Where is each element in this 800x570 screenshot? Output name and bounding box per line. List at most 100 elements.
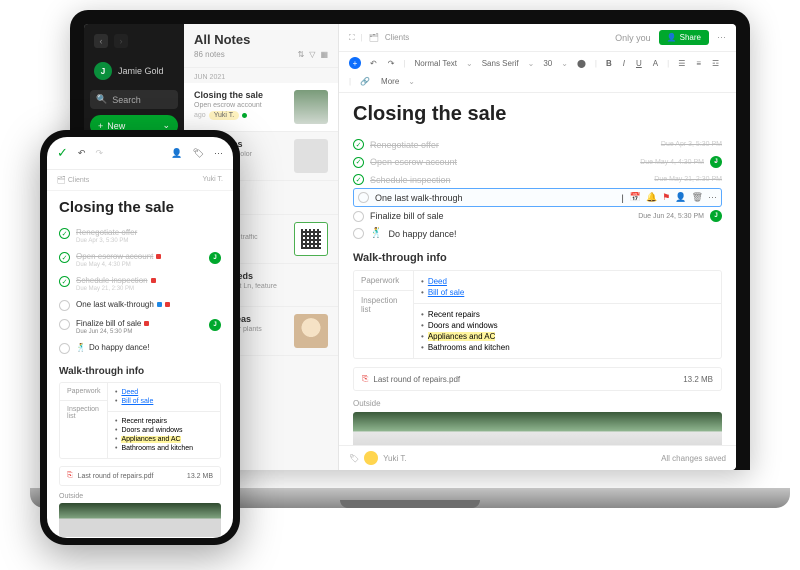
task-label: Schedule inspection: [370, 175, 648, 185]
note-title[interactable]: Closing the sale: [353, 103, 722, 126]
underline-icon[interactable]: U: [634, 58, 644, 69]
checklist-icon[interactable]: ☲: [710, 58, 721, 69]
attachment[interactable]: ⎘Last round of repairs.pdf 13.2 MB: [59, 466, 221, 486]
sidebar-user[interactable]: J Jamie Gold: [90, 58, 178, 84]
task-row[interactable]: 🕺Do happy dance!: [353, 225, 722, 242]
pdf-icon: ⎘: [362, 374, 368, 384]
breadcrumb[interactable]: Clients: [385, 33, 409, 42]
walkthrough-table: Paperwork Inspection list Deed Bill of s…: [353, 270, 722, 359]
checkbox-icon[interactable]: [353, 139, 364, 150]
person-icon[interactable]: 👤: [171, 148, 182, 159]
more-icon[interactable]: ⋯: [214, 148, 223, 159]
note-thumb: [294, 139, 328, 173]
checkbox-icon[interactable]: [59, 343, 70, 354]
flag-icon: [165, 302, 170, 307]
view-icon[interactable]: ▦: [320, 50, 328, 59]
sidebar-search[interactable]: 🔍 Search: [90, 90, 178, 109]
task-row[interactable]: Finalize bill of saleDue Jun 24, 5:30 PM…: [353, 207, 722, 225]
highlight-icon[interactable]: A: [651, 58, 660, 69]
link-deed[interactable]: Deed: [121, 389, 138, 396]
task-row-active[interactable]: One last walk-through|📅🔔⚑👤🗑⋯: [353, 188, 722, 207]
task-row[interactable]: 🕺 Do happy dance!: [59, 339, 221, 358]
tag-icon[interactable]: 🏷: [349, 454, 359, 463]
breadcrumb[interactable]: Clients: [68, 177, 89, 184]
note-title[interactable]: Closing the sale: [59, 199, 221, 216]
image-label: Outside: [353, 399, 722, 408]
task-row[interactable]: Finalize bill of sale Due Jun 24, 5:30 P…: [59, 315, 221, 339]
undo-icon[interactable]: ↶: [368, 58, 379, 69]
more-icon[interactable]: ⋯: [717, 32, 726, 43]
tag-icon[interactable]: 🏷: [193, 148, 204, 159]
checkbox-icon[interactable]: [59, 300, 70, 311]
bold-icon[interactable]: B: [604, 58, 614, 69]
share-button[interactable]: 👤Share: [659, 30, 709, 45]
more-toolbar[interactable]: More: [379, 76, 401, 87]
task-label: Do happy dance!: [89, 343, 150, 352]
task-row[interactable]: Schedule inspectionDue May 21, 2:30 PM: [353, 171, 722, 188]
walkthrough-table: Paperwork Inspection list Deed Bill of s…: [59, 382, 221, 459]
task-label: Open escrow account: [76, 252, 153, 261]
task-row[interactable]: Renegotiate offerDue Apr 3, 5:30 PM: [353, 136, 722, 153]
share-icon: 👤: [667, 33, 677, 42]
wt-label: Inspection list: [60, 401, 107, 425]
link-bill-of-sale[interactable]: Bill of sale: [121, 398, 153, 405]
flag-icon[interactable]: ⚑: [662, 192, 670, 203]
more-icon[interactable]: ⋯: [708, 192, 717, 203]
task-row[interactable]: Open escrow accountDue May 4, 4:30 PMJ: [353, 153, 722, 171]
checkbox-icon[interactable]: [353, 157, 364, 168]
sort-icon[interactable]: ⇅: [298, 50, 305, 59]
font-select[interactable]: Sans Serif: [480, 58, 521, 69]
number-list-icon[interactable]: ≡: [694, 58, 703, 69]
nav-fwd-icon[interactable]: ›: [114, 34, 128, 48]
done-icon[interactable]: ✓: [57, 145, 68, 161]
size-select[interactable]: 30: [541, 58, 554, 69]
bell-icon[interactable]: 🔔: [646, 192, 657, 203]
color-icon[interactable]: ⬤: [575, 58, 588, 69]
trash-icon[interactable]: 🗑: [692, 192, 703, 203]
phone-body[interactable]: Closing the sale Renegotiate offerDue Ap…: [47, 191, 233, 538]
save-status: All changes saved: [661, 454, 726, 463]
task-label: Open escrow account: [370, 157, 634, 167]
checkbox-icon[interactable]: [353, 228, 364, 239]
note-item[interactable]: Closing the sale Open escrow account ago…: [184, 83, 338, 132]
redo-icon[interactable]: ↷: [386, 58, 397, 69]
task-row[interactable]: Open escrow account Due May 4, 4:30 PMJ: [59, 248, 221, 272]
list-item: Bathrooms and kitchen: [121, 445, 193, 452]
style-select[interactable]: Normal Text: [412, 58, 459, 69]
month-divider: JUN 2021: [184, 68, 338, 83]
checkbox-icon[interactable]: [353, 174, 364, 185]
embedded-image[interactable]: [353, 412, 722, 445]
link-icon[interactable]: 🔗: [358, 76, 372, 87]
section-header: Walk-through info: [59, 366, 221, 377]
link-deed[interactable]: Deed: [428, 277, 447, 286]
embedded-image[interactable]: [59, 503, 221, 537]
italic-icon[interactable]: I: [621, 58, 627, 69]
editor-body[interactable]: Closing the sale Renegotiate offerDue Ap…: [339, 93, 736, 445]
checkbox-icon[interactable]: [59, 228, 70, 239]
redo-icon[interactable]: ↷: [95, 148, 103, 159]
emoji-icon: 🕺: [76, 343, 86, 352]
bullet-list-icon[interactable]: ☰: [676, 58, 687, 69]
task-row[interactable]: Schedule inspection Due May 21, 2:30 PM: [59, 272, 221, 296]
checkbox-icon[interactable]: [59, 252, 70, 263]
laptop-notch: [340, 500, 480, 508]
filter-icon[interactable]: ▽: [309, 50, 315, 59]
bell-dot-icon: [157, 302, 162, 307]
checkbox-icon[interactable]: [59, 319, 70, 330]
checkbox-icon[interactable]: [59, 276, 70, 287]
calendar-icon[interactable]: 📅: [630, 192, 641, 203]
note-list-title: All Notes: [194, 32, 328, 47]
nav-back-icon[interactable]: ‹: [94, 34, 108, 48]
checkbox-icon[interactable]: [358, 192, 369, 203]
section-header: Walk-through info: [353, 252, 722, 264]
link-bill-of-sale[interactable]: Bill of sale: [428, 288, 464, 297]
task-row[interactable]: Renegotiate offerDue Apr 3, 5:30 PM: [59, 224, 221, 248]
expand-icon[interactable]: ⛶: [349, 33, 355, 43]
user-icon[interactable]: 👤: [675, 192, 686, 203]
checkbox-icon[interactable]: [353, 211, 364, 222]
insert-button[interactable]: +: [349, 57, 361, 69]
undo-icon[interactable]: ↶: [78, 148, 86, 159]
task-label: One last walk-through: [76, 300, 154, 309]
attachment[interactable]: ⎘Last round of repairs.pdf 13.2 MB: [353, 367, 722, 391]
task-row[interactable]: One last walk-through: [59, 296, 221, 315]
